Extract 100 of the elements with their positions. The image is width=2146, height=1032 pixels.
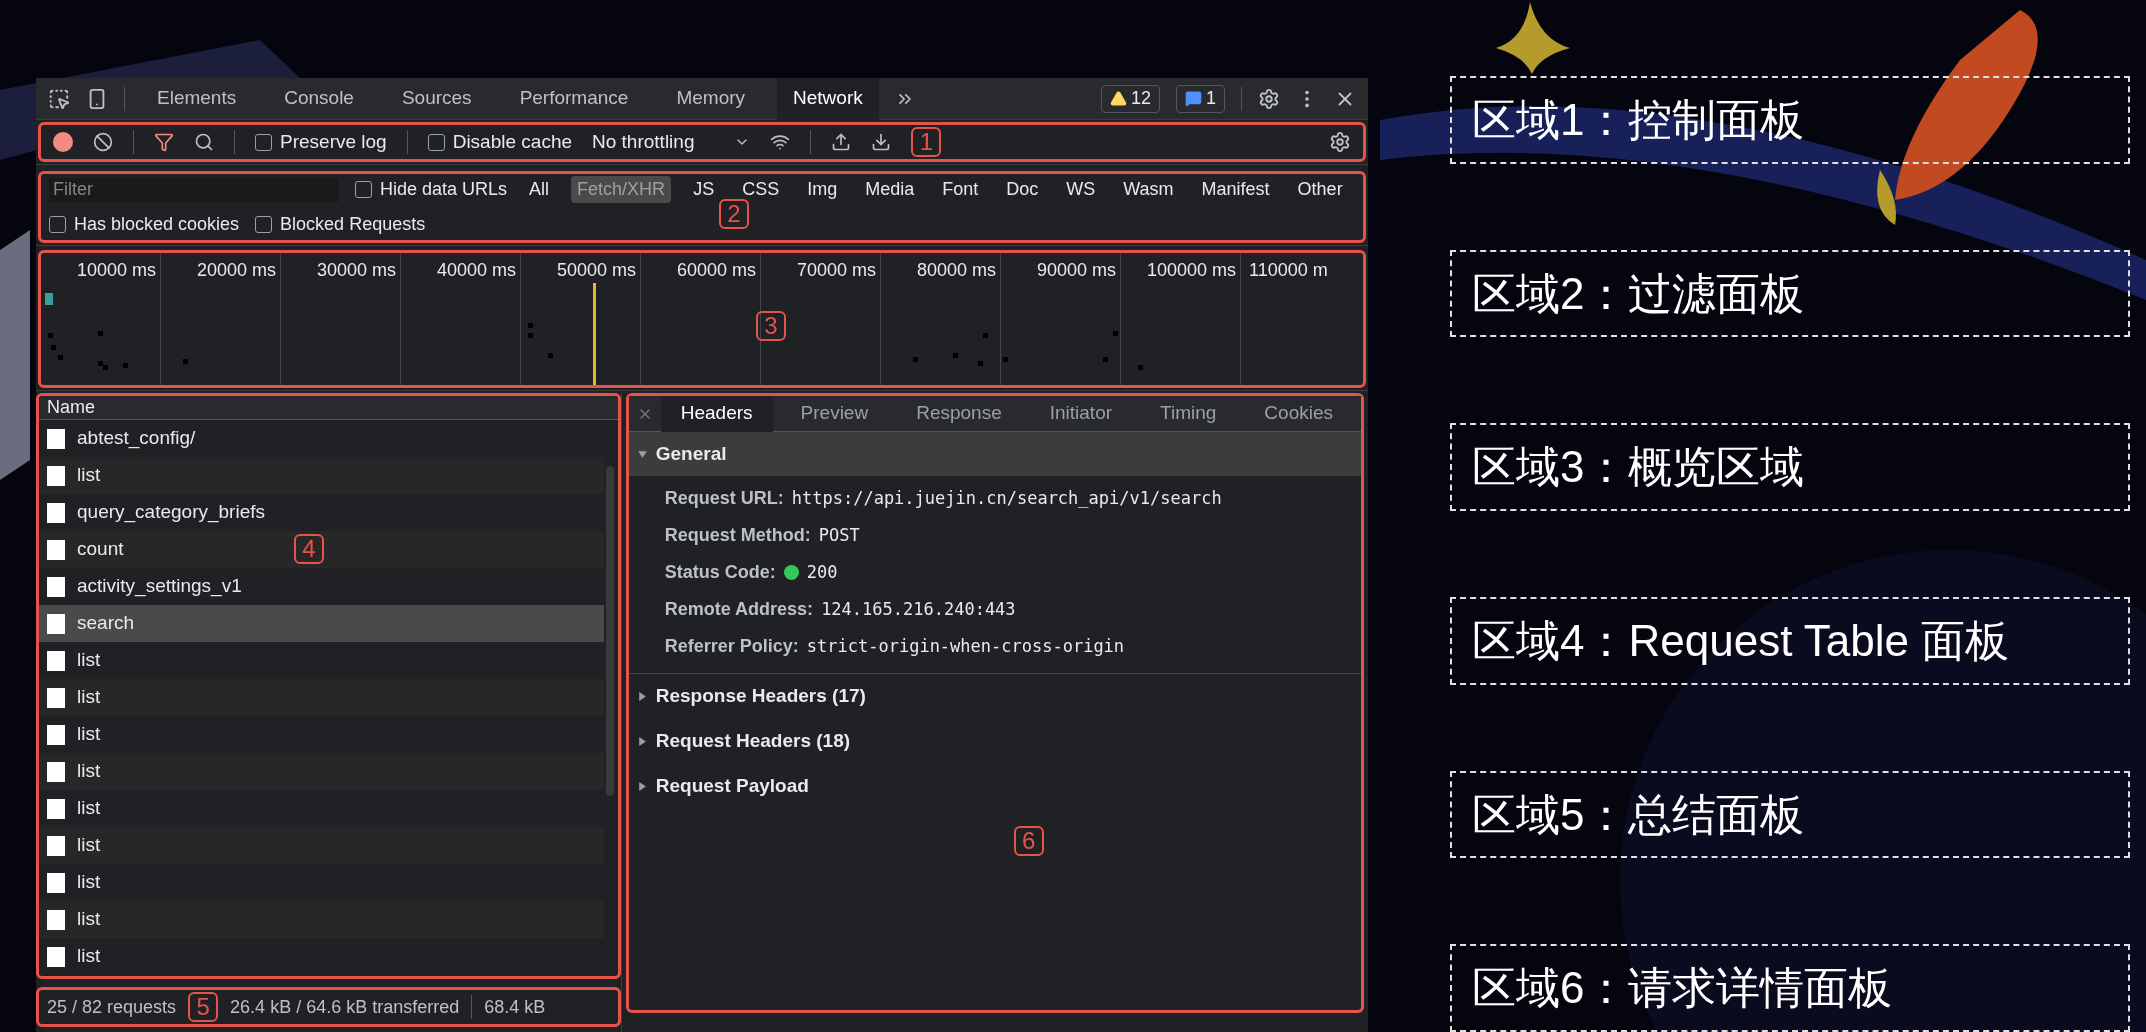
time-tick: 110000 m: [1249, 259, 1328, 282]
details-tab[interactable]: Response: [896, 395, 1022, 432]
legend-label: 区域4：Request Table 面板: [1472, 614, 2010, 667]
file-icon: [47, 724, 65, 745]
time-tick: 10000 ms: [76, 259, 156, 282]
resources-size: 68.4 kB: [484, 995, 546, 1019]
section-header[interactable]: General: [628, 432, 1361, 476]
field-label: Remote Address:: [664, 598, 814, 621]
details-tab[interactable]: Cookies: [1244, 395, 1353, 432]
legend-label: 区域5：总结面板: [1472, 788, 1805, 841]
transferred-size: 26.4 kB / 64.6 kB transferred: [230, 995, 460, 1019]
file-icon: [47, 687, 65, 708]
import-icon[interactable]: [831, 132, 852, 152]
settings-icon[interactable]: [1258, 87, 1280, 110]
file-icon: [47, 798, 65, 819]
file-icon: [47, 502, 65, 523]
file-icon: [47, 613, 65, 634]
scrollbar[interactable]: [605, 466, 614, 796]
details-tab[interactable]: Headers: [660, 395, 773, 432]
legend-label: 区域1：控制面板: [1472, 93, 1805, 146]
request-row[interactable]: list: [39, 753, 604, 790]
region-number: 2: [719, 199, 749, 229]
file-icon: [47, 650, 65, 671]
checkbox-label: Has blocked cookies: [74, 213, 240, 236]
time-tick: 70000 ms: [796, 259, 876, 282]
time-tick: 40000 ms: [436, 259, 516, 282]
type-filter[interactable]: Doc: [1000, 176, 1045, 203]
panel-tab[interactable]: Memory: [660, 77, 762, 120]
type-filter[interactable]: All: [523, 176, 556, 203]
checkbox-label: Blocked Requests: [280, 213, 426, 236]
type-filter[interactable]: Font: [936, 176, 985, 203]
inspect-icon[interactable]: [48, 87, 70, 110]
details-tab[interactable]: Timing: [1140, 395, 1237, 432]
panel-tab[interactable]: Sources: [385, 77, 488, 120]
time-tick: 60000 ms: [676, 259, 756, 282]
details-tab[interactable]: Initiator: [1029, 395, 1133, 432]
panel-tab[interactable]: Console: [268, 77, 370, 120]
file-icon: [47, 909, 65, 930]
checkbox[interactable]: [255, 133, 272, 151]
field-label: Status Code:: [664, 561, 776, 584]
request-row[interactable]: search: [39, 605, 604, 642]
field-label: Request Method:: [664, 524, 811, 547]
section-header[interactable]: Request Headers (18): [628, 719, 1361, 764]
messages-badge[interactable]: 1: [1176, 84, 1225, 113]
request-row[interactable]: list: [39, 457, 604, 494]
checkbox[interactable]: [255, 216, 273, 233]
type-filter[interactable]: Manifest: [1195, 176, 1276, 203]
collapsed-triangle-icon[interactable]: [636, 691, 648, 702]
search-icon[interactable]: [194, 132, 214, 152]
file-icon: [47, 946, 65, 967]
legend-label: 区域6：请求详情面板: [1472, 962, 1893, 1015]
type-filter[interactable]: Media: [859, 176, 921, 203]
checkbox-label: Disable cache: [452, 129, 572, 154]
checkbox[interactable]: [49, 216, 66, 233]
collapsed-triangle-icon[interactable]: [636, 781, 648, 792]
checkbox-label: Hide data URLs: [380, 178, 508, 201]
checkbox-label: Preserve log: [280, 129, 387, 154]
network-conditions-icon[interactable]: [770, 132, 791, 152]
panel-tab[interactable]: Performance: [503, 77, 645, 120]
throttling-select[interactable]: No throttling: [592, 127, 751, 157]
file-icon: [47, 835, 65, 856]
checkbox[interactable]: [427, 133, 445, 151]
request-row[interactable]: list: [39, 827, 604, 864]
region-number: 3: [756, 311, 786, 341]
time-tick: 20000 ms: [196, 259, 276, 282]
file-icon: [47, 576, 65, 597]
time-tick: 80000 ms: [916, 259, 996, 282]
expanded-triangle-icon[interactable]: [636, 448, 648, 460]
type-filter[interactable]: WS: [1060, 176, 1102, 203]
filter-field[interactable]: Filter: [49, 177, 339, 202]
filter-icon[interactable]: [154, 132, 174, 152]
section-header[interactable]: Request Payload: [628, 764, 1361, 809]
details-tab[interactable]: Preview: [780, 395, 889, 432]
field-label: Referrer Policy:: [664, 635, 799, 658]
region-number: 6: [1013, 826, 1044, 856]
collapsed-triangle-icon[interactable]: [636, 736, 648, 747]
panel-tab[interactable]: Network: [777, 77, 879, 120]
legend-label: 区域2：过滤面板: [1472, 267, 1805, 320]
clear-icon[interactable]: [93, 132, 113, 152]
checkbox[interactable]: [355, 181, 372, 198]
type-filter[interactable]: JS: [687, 176, 721, 203]
panel-tab[interactable]: Elements: [141, 77, 253, 120]
type-filter[interactable]: Img: [801, 176, 844, 203]
warnings-badge[interactable]: 12: [1100, 84, 1160, 113]
type-filter[interactable]: Wasm: [1117, 176, 1180, 203]
export-icon[interactable]: [871, 132, 892, 152]
record-icon[interactable]: [53, 132, 73, 152]
section-header[interactable]: Response Headers (17): [628, 674, 1361, 719]
legend-label: 区域3：概览区域: [1472, 441, 1805, 494]
request-row[interactable]: list: [39, 901, 604, 938]
request-count: 25 / 82 requests: [47, 995, 177, 1019]
request-row[interactable]: list: [39, 679, 604, 716]
column-header[interactable]: Name: [39, 396, 618, 420]
field-value: 200: [806, 561, 838, 584]
type-filter[interactable]: Other: [1291, 176, 1349, 203]
settings-icon[interactable]: [1329, 131, 1351, 153]
region-number: 4: [294, 534, 324, 564]
time-tick: 100000 ms: [1146, 259, 1236, 282]
file-icon: [47, 761, 65, 782]
file-icon: [47, 465, 65, 486]
